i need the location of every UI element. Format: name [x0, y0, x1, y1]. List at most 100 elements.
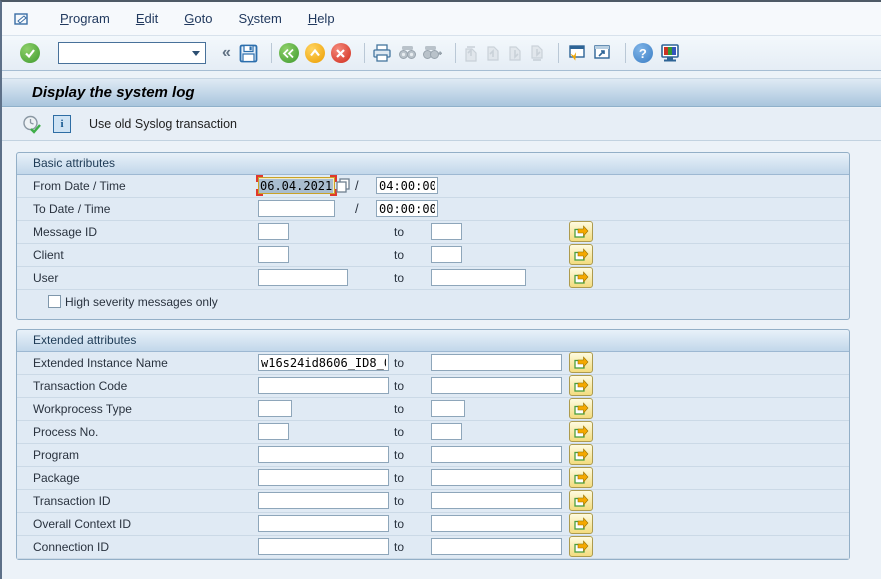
menu-system[interactable]: System [225, 11, 294, 26]
program-row: Program to [17, 444, 849, 467]
from-date-input[interactable]: 06.04.2021 [258, 177, 335, 194]
user-from-input[interactable] [258, 269, 348, 286]
extended-instance-name-from-input[interactable] [258, 354, 389, 371]
to-label: to [394, 271, 404, 285]
process-no-multiselect-button[interactable] [569, 421, 593, 442]
overall-context-id-from-input[interactable] [258, 515, 389, 532]
program-from-input[interactable] [258, 446, 389, 463]
to-label: to [394, 379, 404, 393]
page-up-icon[interactable] [485, 45, 501, 62]
sap-gui-window: Program Edit Goto System Help « [0, 0, 881, 579]
field-label: To Date / Time [33, 202, 110, 216]
process-no-row: Process No. to [17, 421, 849, 444]
menu-help[interactable]: Help [295, 11, 348, 26]
information-icon[interactable]: i [53, 115, 71, 133]
help-icon[interactable]: ? [633, 43, 653, 63]
client-from-input[interactable] [258, 246, 289, 263]
command-field[interactable] [58, 42, 206, 64]
extended-attributes-group: Extended attributes Extended Instance Na… [16, 329, 850, 560]
package-multiselect-button[interactable] [569, 467, 593, 488]
back-icon[interactable] [279, 43, 299, 63]
transaction-code-to-input[interactable] [431, 377, 562, 394]
message-id-multiselect-button[interactable] [569, 221, 593, 242]
connection-id-row: Connection ID to [17, 536, 849, 559]
menu-edit[interactable]: Edit [123, 11, 171, 26]
extended-instance-name-row: Extended Instance Name to [17, 352, 849, 375]
field-label: From Date / Time [33, 179, 126, 193]
workprocess-type-from-input[interactable] [258, 400, 292, 417]
page-title: Display the system log [32, 84, 195, 101]
overall-context-id-multiselect-button[interactable] [569, 513, 593, 534]
message-id-from-input[interactable] [258, 223, 289, 240]
to-time-input[interactable] [376, 200, 438, 217]
last-page-icon[interactable] [529, 45, 545, 62]
user-multiselect-button[interactable] [569, 267, 593, 288]
system-menu-icon[interactable] [14, 12, 31, 26]
enter-icon[interactable] [20, 43, 40, 63]
first-page-icon[interactable] [463, 45, 479, 62]
overall-context-id-to-input[interactable] [431, 515, 562, 532]
transaction-id-row: Transaction ID to [17, 490, 849, 513]
find-icon[interactable] [398, 45, 417, 61]
field-label: User [33, 271, 58, 285]
save-icon[interactable] [239, 44, 258, 63]
collapse-toolbar-icon[interactable]: « [222, 44, 231, 62]
workprocess-type-to-input[interactable] [431, 400, 465, 417]
process-no-from-input[interactable] [258, 423, 289, 440]
workprocess-type-row: Workprocess Type to [17, 398, 849, 421]
execute-icon[interactable] [22, 115, 41, 134]
workprocess-type-multiselect-button[interactable] [569, 398, 593, 419]
command-input[interactable] [59, 46, 187, 60]
transaction-code-row: Transaction Code to [17, 375, 849, 398]
from-date-time-row: From Date / Time 06.04.2021 / [17, 175, 849, 198]
transaction-id-from-input[interactable] [258, 492, 389, 509]
use-old-syslog-button[interactable]: Use old Syslog transaction [83, 115, 243, 133]
user-to-input[interactable] [431, 269, 526, 286]
to-label: to [394, 540, 404, 554]
page-down-icon[interactable] [507, 45, 523, 62]
to-label: to [394, 448, 404, 462]
to-date-input[interactable] [258, 200, 335, 217]
high-severity-checkbox[interactable] [48, 295, 61, 308]
extended-instance-name-to-input[interactable] [431, 354, 562, 371]
create-shortcut-icon[interactable] [592, 44, 612, 62]
to-label: to [394, 356, 404, 370]
message-id-to-input[interactable] [431, 223, 462, 240]
to-label: to [394, 225, 404, 239]
transaction-code-multiselect-button[interactable] [569, 375, 593, 396]
transaction-code-from-input[interactable] [258, 377, 389, 394]
connection-id-to-input[interactable] [431, 538, 562, 555]
connection-id-multiselect-button[interactable] [569, 536, 593, 557]
new-session-icon[interactable] [566, 44, 586, 62]
date-picker-icon[interactable] [336, 178, 350, 198]
field-label: Package [33, 471, 80, 485]
find-next-icon[interactable] [423, 45, 442, 61]
connection-id-from-input[interactable] [258, 538, 389, 555]
customize-layout-icon[interactable] [659, 44, 681, 63]
print-icon[interactable] [372, 44, 392, 62]
basic-attributes-header: Basic attributes [17, 153, 849, 175]
transaction-id-to-input[interactable] [431, 492, 562, 509]
menu-goto[interactable]: Goto [171, 11, 225, 26]
field-label: Process No. [33, 425, 98, 439]
date-time-separator: / [355, 201, 359, 216]
package-to-input[interactable] [431, 469, 562, 486]
exit-icon[interactable] [305, 43, 325, 63]
program-to-input[interactable] [431, 446, 562, 463]
program-multiselect-button[interactable] [569, 444, 593, 465]
extended-attributes-header: Extended attributes [17, 330, 849, 352]
transaction-id-multiselect-button[interactable] [569, 490, 593, 511]
extended-instance-name-multiselect-button[interactable] [569, 352, 593, 373]
client-to-input[interactable] [431, 246, 462, 263]
process-no-to-input[interactable] [431, 423, 462, 440]
to-label: to [394, 494, 404, 508]
title-bar: Display the system log [2, 78, 881, 107]
package-from-input[interactable] [258, 469, 389, 486]
from-time-input[interactable] [376, 177, 438, 194]
message-id-row: Message ID to [17, 221, 849, 244]
menu-program[interactable]: Program [47, 11, 123, 26]
command-dropdown-icon[interactable] [187, 43, 205, 63]
high-severity-row: High severity messages only [17, 290, 849, 314]
client-multiselect-button[interactable] [569, 244, 593, 265]
cancel-icon[interactable] [331, 43, 351, 63]
